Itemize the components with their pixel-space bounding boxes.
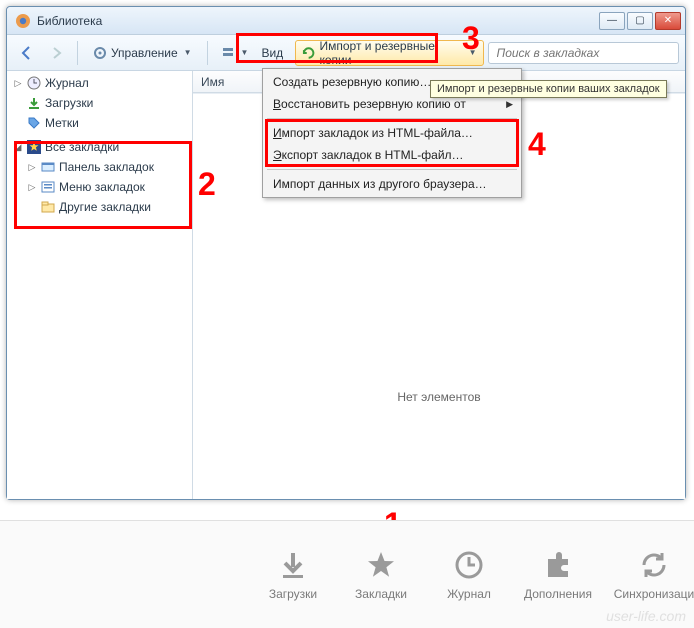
star-icon [27,140,41,154]
menu-import-browser[interactable]: Импорт данных из другого браузера… [265,173,519,195]
sidebar-item-label: Загрузки [45,96,93,110]
sidebar-item-tags[interactable]: Метки [7,113,192,133]
twisty-icon: ◢ [13,142,23,153]
sync-icon [302,46,315,60]
sidebar-item-label: Меню закладок [59,180,145,194]
views-icon [221,46,235,60]
import-backup-label: Импорт и резервные копии [319,39,462,67]
bottom-item-label: Журнал [447,587,491,601]
sidebar-item-label: Все закладки [45,140,119,154]
toolbar-icon [41,160,55,174]
arrow-right-icon [50,46,64,60]
close-button[interactable]: ✕ [655,12,681,30]
other-icon [41,200,55,214]
download-icon [277,549,309,581]
bottom-item-label: Закладки [355,587,407,601]
search-input[interactable] [495,45,673,61]
import-backup-button[interactable]: Импорт и резервные копии ▼ [295,40,483,66]
twisty-icon: ▷ [13,78,23,89]
download-icon [27,96,41,110]
menu-icon [41,180,55,194]
organize-label: Управление [111,46,178,60]
bottom-item-label: Загрузки [269,587,317,601]
bottom-history[interactable]: Журнал [436,549,502,601]
import-backup-tooltip: Импорт и резервные копии ваших закладок [430,80,667,98]
arrow-left-icon [18,44,36,62]
back-button[interactable] [13,40,41,66]
sidebar-item-label: Метки [45,116,79,130]
bottom-item-label: Дополнения [524,587,592,601]
search-box[interactable] [488,42,680,64]
empty-text: Нет элементов [397,390,480,404]
tags-icon [27,116,41,130]
twisty-icon: ▷ [27,182,37,193]
chevron-down-icon: ▼ [241,48,249,57]
sidebar-item-label: Панель закладок [59,160,154,174]
app-icon [15,13,31,29]
sidebar-item-downloads[interactable]: Загрузки [7,93,192,113]
bottom-addons[interactable]: Дополнения [524,549,592,601]
sidebar-item-other-bookmarks[interactable]: ▷ Другие закладки [7,197,192,217]
sidebar-item-label: Журнал [45,76,89,90]
gear-icon [93,46,107,60]
submenu-arrow-icon: ▶ [506,99,513,110]
clock-icon [453,549,485,581]
chevron-down-icon: ▼ [184,48,192,57]
bottom-downloads[interactable]: Загрузки [260,549,326,601]
star-icon [365,549,397,581]
bottom-bar: Загрузки Закладки Журнал Дополнения Синх… [0,520,694,628]
chevron-down-icon: ▼ [469,48,477,57]
sidebar-item-bookmarks-toolbar[interactable]: ▷ Панель закладок [7,157,192,177]
bottom-bookmarks[interactable]: Закладки [348,549,414,601]
toolbar: Управление ▼ ▼ Вид Импорт и резервные ко… [7,35,685,71]
sidebar-item-bookmarks-menu[interactable]: ▷ Меню закладок [7,177,192,197]
forward-button[interactable] [45,40,69,66]
sidebar-item-label: Другие закладки [59,200,151,214]
organize-button[interactable]: Управление ▼ [86,40,199,66]
history-icon [27,76,41,90]
maximize-button[interactable]: ▢ [627,12,653,30]
views-button[interactable]: ▼ [216,40,254,66]
bottom-sync[interactable]: Синхронизаци [614,549,694,601]
menu-export-html[interactable]: Экспорт закладок в HTML-файл… [265,144,519,166]
minimize-button[interactable]: — [599,12,625,30]
menu-import-html[interactable]: Импорт закладок из HTML-файла… [265,122,519,144]
puzzle-icon [542,549,574,581]
titlebar: Библиотека — ▢ ✕ [7,7,685,35]
watermark: user-life.com [606,608,686,624]
twisty-icon: ▷ [27,162,37,173]
views-label-partial: Вид [261,46,283,60]
sidebar: ▷ Журнал Загрузки Метки ◢ Все закладки ▷… [7,71,193,499]
bottom-item-label: Синхронизаци [614,587,694,601]
sidebar-item-history[interactable]: ▷ Журнал [7,73,192,93]
window-title: Библиотека [37,14,102,28]
sidebar-item-all-bookmarks[interactable]: ◢ Все закладки [7,137,192,157]
sync-icon [638,549,670,581]
